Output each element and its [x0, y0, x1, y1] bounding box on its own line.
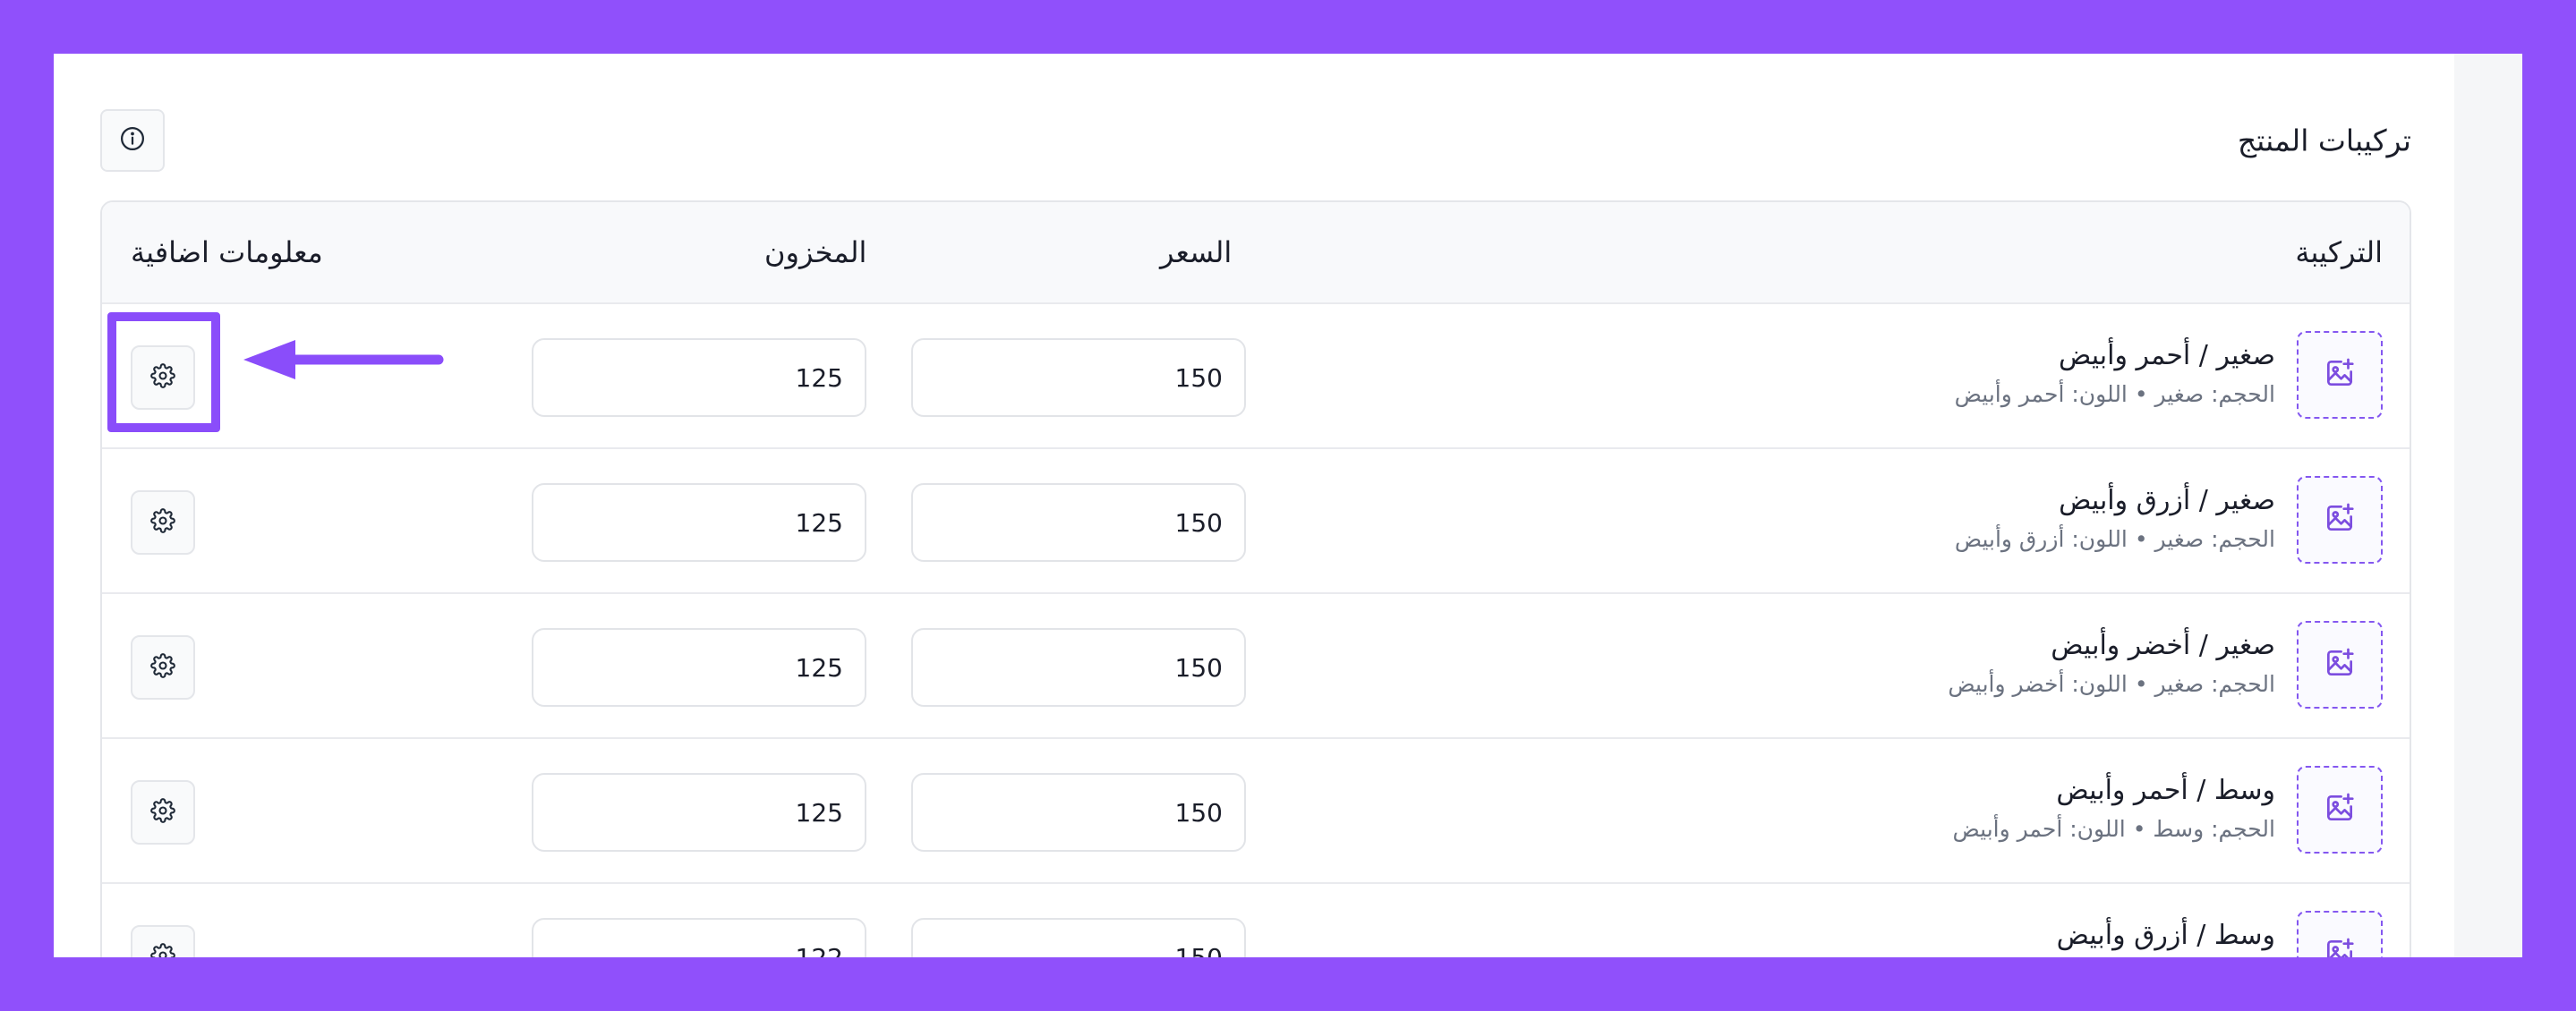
extra-info-settings-button[interactable] — [131, 780, 195, 845]
gear-icon — [150, 653, 175, 682]
variant-attributes: الحجم: صغير • اللون: أحمر وأبيض — [1954, 381, 2275, 407]
price-input[interactable] — [911, 918, 1246, 957]
column-header-price: السعر — [1160, 235, 1233, 269]
column-header-extra-info: معلومات اضافية — [131, 235, 323, 269]
table-row: صغير / أخضر وأبيض الحجم: صغير • اللون: أ… — [102, 592, 2410, 737]
variant-attributes: الحجم: وسط • اللون: أحمر وأبيض — [1952, 816, 2275, 842]
add-image-icon — [2323, 501, 2357, 539]
add-image-icon — [2323, 791, 2357, 828]
add-image-icon — [2323, 356, 2357, 394]
variant-name: وسط / أزرق وأبيض — [2056, 920, 2275, 951]
extra-info-settings-button[interactable] — [131, 925, 195, 957]
extra-info-settings-button[interactable] — [131, 490, 195, 555]
table-row: صغير / أزرق وأبيض الحجم: صغير • اللون: أ… — [102, 447, 2410, 592]
price-input[interactable] — [911, 773, 1246, 852]
column-header-variant: التركيبة — [2295, 235, 2383, 269]
table-row: صغير / أحمر وأبيض الحجم: صغير • اللون: أ… — [102, 302, 2410, 447]
gear-icon — [150, 363, 175, 392]
add-image-button[interactable] — [2297, 766, 2383, 854]
stock-input[interactable] — [532, 918, 866, 957]
extra-info-settings-button[interactable] — [131, 345, 195, 410]
gear-icon — [150, 508, 175, 537]
add-image-button[interactable] — [2297, 621, 2383, 709]
table-row: وسط / أحمر وأبيض الحجم: وسط • اللون: أحم… — [102, 737, 2410, 882]
info-icon — [119, 125, 146, 156]
section-header: تركيبات المنتج — [100, 109, 2411, 172]
price-input[interactable] — [911, 338, 1246, 417]
stock-input[interactable] — [532, 628, 866, 707]
stock-input[interactable] — [532, 773, 866, 852]
add-image-icon — [2323, 646, 2357, 684]
variant-name: صغير / أحمر وأبيض — [2058, 340, 2275, 371]
scrollbar-track[interactable] — [2454, 54, 2522, 957]
stock-input[interactable] — [532, 338, 866, 417]
table-row: وسط / أزرق وأبيض — [102, 882, 2410, 957]
info-button[interactable] — [100, 109, 165, 172]
variants-table: التركيبة السعر المخزون معلومات اضافية صغ… — [100, 200, 2411, 957]
section-title: تركيبات المنتج — [2237, 123, 2411, 158]
table-header: التركيبة السعر المخزون معلومات اضافية — [102, 202, 2410, 302]
gear-icon — [150, 798, 175, 827]
add-image-icon — [2323, 936, 2357, 957]
variant-attributes: الحجم: صغير • اللون: أخضر وأبيض — [1948, 671, 2275, 697]
price-input[interactable] — [911, 483, 1246, 562]
extra-info-settings-button[interactable] — [131, 635, 195, 700]
add-image-button[interactable] — [2297, 911, 2383, 957]
gear-icon — [150, 943, 175, 957]
stock-input[interactable] — [532, 483, 866, 562]
add-image-button[interactable] — [2297, 331, 2383, 419]
add-image-button[interactable] — [2297, 476, 2383, 564]
variant-attributes: الحجم: صغير • اللون: أزرق وأبيض — [1954, 526, 2275, 552]
app-frame: تركيبات المنتج التركيبة السعر المخزون مع… — [54, 54, 2522, 957]
variant-name: صغير / أخضر وأبيض — [2051, 630, 2275, 661]
variant-name: صغير / أزرق وأبيض — [2059, 485, 2275, 516]
price-input[interactable] — [911, 628, 1246, 707]
column-header-stock: المخزون — [764, 235, 867, 269]
variant-name: وسط / أحمر وأبيض — [2056, 775, 2275, 806]
